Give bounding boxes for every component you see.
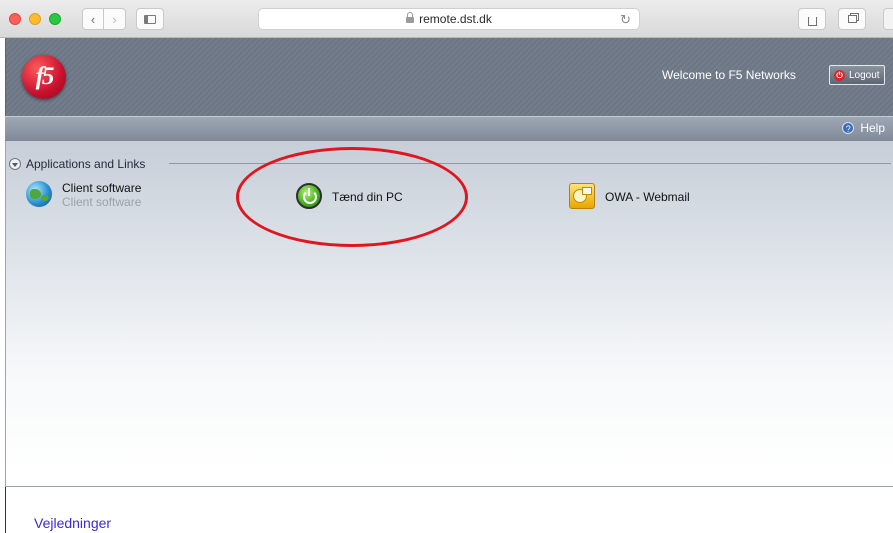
tabs-icon <box>847 15 857 23</box>
section-header[interactable]: Applications and Links <box>9 157 145 171</box>
minimize-window-button[interactable] <box>29 13 41 25</box>
help-icon: ? <box>842 122 855 134</box>
app-title[interactable]: Client software <box>62 181 141 195</box>
welcome-text: Welcome to F5 Networks <box>662 68 796 82</box>
app-subtitle: Client software <box>62 195 142 209</box>
tabs-overview-button[interactable] <box>838 8 866 30</box>
help-link[interactable]: ? Help <box>842 121 885 135</box>
history-nav: ‹ › <box>82 8 126 30</box>
address-bar[interactable]: remote.dst.dk ↻ <box>258 8 640 30</box>
browser-toolbar: ‹ › remote.dst.dk ↻ <box>0 0 893 38</box>
logout-label: Logout <box>849 69 880 81</box>
app-client-software[interactable]: Client software Client software <box>26 181 141 209</box>
share-button[interactable] <box>798 8 826 30</box>
sidebar-icon <box>144 14 156 24</box>
zoom-window-button[interactable] <box>49 13 61 25</box>
logout-button[interactable]: ⏻ Logout <box>829 65 885 85</box>
new-tab-edge[interactable] <box>883 8 893 30</box>
power-icon: ⏻ <box>834 69 845 81</box>
app-title[interactable]: OWA - Webmail <box>605 190 690 204</box>
highlight-annotation <box>236 147 468 247</box>
reload-icon[interactable]: ↻ <box>620 12 631 28</box>
sidebar-toggle-button[interactable] <box>136 8 164 30</box>
outlook-icon <box>569 183 595 209</box>
f5-logo-icon: f5 <box>22 55 66 99</box>
address-url: remote.dst.dk <box>419 12 492 26</box>
lock-icon <box>406 12 415 23</box>
collapse-toggle-icon[interactable] <box>9 158 21 170</box>
page-edge <box>5 487 6 533</box>
close-window-button[interactable] <box>9 13 21 25</box>
app-owa-webmail[interactable]: OWA - Webmail <box>569 183 690 209</box>
forward-button[interactable]: › <box>104 8 126 30</box>
help-bar: ? Help <box>5 116 893 141</box>
section-title: Applications and Links <box>26 157 146 171</box>
back-button[interactable]: ‹ <box>82 8 104 30</box>
share-icon <box>807 16 817 26</box>
globe-icon <box>26 181 52 207</box>
f5-header: f5 Welcome to F5 Networks ⏻ Logout <box>5 38 893 116</box>
vejledninger-link[interactable]: Vejledninger <box>34 515 111 531</box>
help-label: Help <box>860 121 885 135</box>
